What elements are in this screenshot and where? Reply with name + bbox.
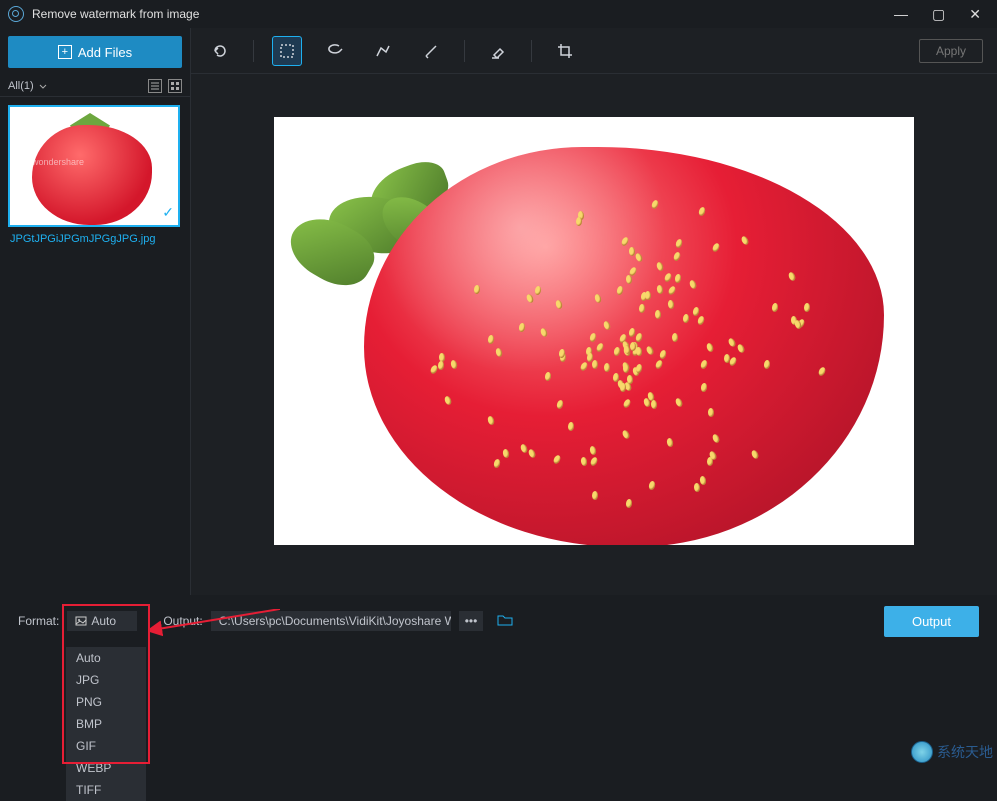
crop-tool[interactable] [550, 36, 580, 66]
format-option-gif[interactable]: GIF [66, 735, 146, 757]
separator [253, 40, 254, 62]
format-selector[interactable]: Auto [67, 611, 137, 631]
sidebar: + Add Files All(1) wond [0, 28, 190, 647]
thumbnail-item[interactable]: wondershare ✓ [8, 105, 180, 227]
polygon-tool[interactable] [368, 36, 398, 66]
corner-brand-text: 系统天地 [937, 742, 993, 762]
filter-dropdown[interactable]: All(1) [8, 80, 48, 92]
output-label: Output: [163, 614, 202, 628]
thumbnail-image: wondershare [10, 107, 178, 225]
app-icon [8, 6, 24, 22]
chevron-down-icon [38, 81, 48, 91]
separator [464, 40, 465, 62]
canvas-area [191, 74, 997, 587]
format-option-jpg[interactable]: JPG [66, 669, 146, 691]
globe-icon [911, 741, 933, 763]
format-dropdown: AutoJPGPNGBMPGIFWEBPTIFF [66, 647, 146, 801]
thumbnail-region: wondershare ✓ JPGtJPGiJPGmJPGgJPG.jpg [0, 97, 190, 259]
app-body: + Add Files All(1) wond [0, 28, 997, 647]
corner-watermark: 系统天地 [911, 741, 993, 763]
format-option-bmp[interactable]: BMP [66, 713, 146, 735]
add-files-label: Add Files [78, 45, 132, 60]
format-option-tiff[interactable]: TIFF [66, 779, 146, 801]
output-button[interactable]: Output [884, 606, 979, 637]
bottom-bar: Format: Auto Output: C:\Users\pc\Documen… [0, 595, 997, 767]
main-panel: Apply [190, 28, 997, 647]
maximize-button[interactable]: ▢ [932, 6, 945, 23]
checkmark-icon: ✓ [162, 204, 174, 221]
format-option-png[interactable]: PNG [66, 691, 146, 713]
image-canvas[interactable] [274, 117, 914, 545]
close-button[interactable]: ✕ [969, 6, 981, 23]
marquee-tool[interactable] [272, 36, 302, 66]
toolbar: Apply [191, 28, 997, 74]
filter-icons [148, 79, 182, 93]
plus-icon: + [58, 45, 72, 59]
list-view-icon[interactable] [148, 79, 162, 93]
thumbnail-filename: JPGtJPGiJPGmJPGgJPG.jpg [8, 227, 182, 251]
browse-button[interactable]: ••• [459, 611, 484, 631]
grid-view-icon[interactable] [168, 79, 182, 93]
format-value: Auto [91, 614, 116, 628]
open-folder-button[interactable] [491, 610, 519, 633]
brush-tool[interactable] [416, 36, 446, 66]
add-files-button[interactable]: + Add Files [8, 36, 182, 68]
lasso-tool[interactable] [320, 36, 350, 66]
titlebar: Remove watermark from image — ▢ ✕ [0, 0, 997, 28]
thumbnail-watermark: wondershare [32, 157, 84, 167]
eraser-tool[interactable] [483, 36, 513, 66]
filter-row: All(1) [0, 76, 190, 97]
image-icon [75, 615, 87, 627]
output-path-field[interactable]: C:\Users\pc\Documents\VidiKit\Joyoshare … [211, 611, 451, 631]
window-controls: — ▢ ✕ [894, 6, 989, 23]
apply-button[interactable]: Apply [919, 39, 983, 63]
undo-button[interactable] [205, 36, 235, 66]
minimize-button[interactable]: — [894, 6, 908, 23]
desktop-background [0, 647, 997, 767]
filter-label: All(1) [8, 80, 34, 92]
format-label: Format: [18, 614, 59, 628]
format-option-auto[interactable]: Auto [66, 647, 146, 669]
window-title: Remove watermark from image [32, 7, 199, 21]
format-option-webp[interactable]: WEBP [66, 757, 146, 779]
separator [531, 40, 532, 62]
